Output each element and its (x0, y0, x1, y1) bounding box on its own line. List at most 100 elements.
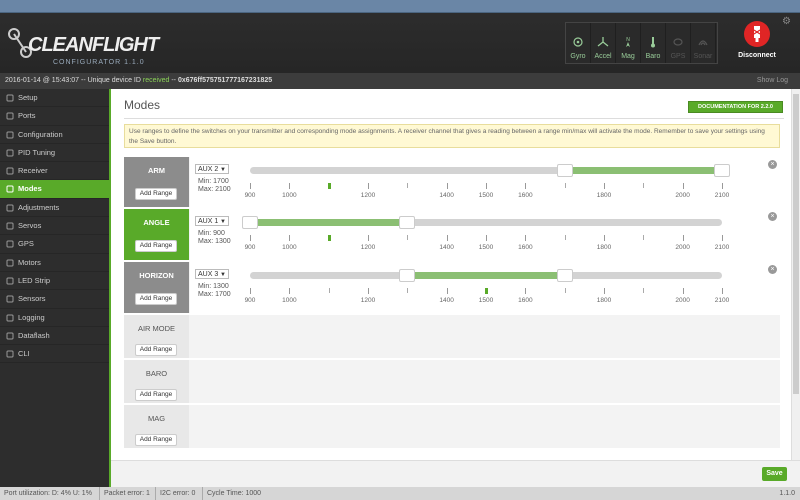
scale-tick (250, 235, 251, 241)
sensor-baro: Baro (641, 23, 666, 63)
show-log-link[interactable]: Show Log (757, 73, 788, 89)
aux-channel-select[interactable]: AUX 1 ▼ (195, 216, 229, 226)
sensor-gps: GPS (666, 23, 691, 63)
scale-labels: 900 1000 1200 1400 1500 1600 1800 2000 2100 (245, 244, 730, 252)
range-editor: AUX 1 ▼ Min: 900 Max: 1300 900 1000 1200 1400 15… (190, 209, 780, 260)
disconnect-button[interactable]: Disconnect (733, 21, 781, 69)
scale-label: 1200 (360, 244, 376, 251)
scale-tick (368, 183, 369, 189)
mode-name-cell: HORIZON Add Range (124, 262, 189, 313)
scale-tick (486, 235, 487, 241)
range-max-label: Max: 1300 (198, 238, 231, 245)
mode-row-air-mode: AIR MODE Add Range (124, 315, 780, 358)
sensor-label: Mag (621, 53, 635, 60)
scale-tick (289, 183, 291, 189)
add-range-button[interactable]: Add Range (135, 389, 177, 401)
scale-tick (289, 235, 291, 241)
range-max-handle[interactable] (399, 216, 416, 229)
scale-label: 2100 (714, 297, 730, 304)
log-icon (6, 314, 14, 322)
sidebar-item-label: Configuration (18, 129, 63, 139)
scale-label: 1500 (478, 297, 494, 304)
add-range-button[interactable]: Add Range (135, 293, 177, 305)
app-header: CLEANFLIGHT CONFIGURATOR 1.1.0 Gyro Accel… (0, 0, 800, 73)
mode-name: HORIZON (139, 271, 174, 280)
add-range-button[interactable]: Add Range (135, 240, 177, 252)
sidebar-item-setup[interactable]: Setup (0, 89, 109, 108)
gps-icon (672, 36, 684, 53)
scale-label: 1600 (518, 297, 533, 304)
range-max-handle[interactable] (714, 164, 730, 177)
accel-icon (597, 36, 609, 53)
range-slider[interactable] (250, 164, 730, 177)
save-button[interactable]: Save (762, 467, 787, 481)
scale-tick (682, 183, 684, 189)
range-min-handle[interactable] (399, 269, 416, 282)
add-range-button[interactable]: Add Range (135, 188, 177, 200)
settings-gear-icon[interactable]: ⚙ (782, 16, 793, 27)
scale-tick (250, 183, 251, 189)
flash-icon (6, 332, 14, 340)
sidebar-item-configuration[interactable]: Configuration (0, 126, 109, 144)
scale-tick (722, 183, 723, 189)
scale-tick (682, 235, 684, 241)
add-range-button[interactable]: Add Range (135, 434, 177, 446)
sidebar: Setup Ports Configuration PID Tuning Receive… (0, 89, 111, 487)
sidebar-item-modes[interactable]: Modes (0, 180, 109, 199)
sidebar-item-gps[interactable]: GPS (0, 235, 109, 254)
sensor-label: GPS (670, 53, 686, 60)
sidebar-item-logging[interactable]: Logging (0, 309, 109, 327)
sidebar-item-servos[interactable]: Servos (0, 217, 109, 236)
scale-tick (368, 288, 369, 294)
sidebar-item-motors[interactable]: Motors (0, 254, 109, 272)
mode-name: BARO (145, 369, 168, 378)
sidebar-item-cli[interactable]: CLI (0, 345, 109, 364)
remove-range-icon[interactable]: × (768, 265, 777, 274)
range-minmax: Min: 1700 Max: 2100 (198, 178, 231, 194)
sidebar-item-pid-tuning[interactable]: PID Tuning (0, 144, 109, 163)
sidebar-item-led-strip[interactable]: LED Strip (0, 272, 109, 291)
aux-channel-value: AUX 1 (198, 218, 219, 225)
range-slider[interactable] (250, 269, 722, 282)
remove-range-icon[interactable]: × (768, 212, 777, 221)
i2c-error: I2C error: 0 (155, 487, 195, 500)
mode-row-baro: BARO Add Range (124, 360, 780, 403)
scale-tick (564, 288, 566, 293)
mode-name: ANGLE (143, 218, 170, 227)
scrollbar[interactable] (791, 89, 800, 461)
sidebar-item-receiver[interactable]: Receiver (0, 162, 109, 181)
status-line: 2016-01-14 @ 15:43:07 -- Unique device I… (0, 73, 800, 89)
documentation-button[interactable]: DOCUMENTATION FOR 2.2.0 (688, 101, 783, 113)
range-slider[interactable] (242, 216, 722, 229)
scale-tick (368, 235, 369, 241)
mode-row-horizon: HORIZON Add Range AUX 3 ▼ Min: 1300 Max: 1700… (124, 262, 780, 313)
sidebar-item-adjustments[interactable]: Adjustments (0, 199, 109, 218)
add-range-button[interactable]: Add Range (135, 344, 177, 356)
sidebar-item-sensors[interactable]: Sensors (0, 290, 109, 309)
plug-icon (6, 112, 14, 120)
range-min-handle[interactable] (242, 216, 258, 229)
scale-label: 900 (244, 244, 256, 251)
scale-label: 2000 (675, 192, 690, 199)
save-bar: Save (111, 460, 800, 488)
sensor-mag: N Mag (616, 23, 641, 63)
servo-icon (6, 222, 14, 230)
app-version: 1.1.0 (779, 490, 795, 497)
scale-label: 2100 (714, 244, 730, 251)
remove-range-icon[interactable]: × (768, 160, 777, 169)
aux-channel-select[interactable]: AUX 3 ▼ (195, 269, 229, 279)
range-minmax: Min: 1300 Max: 1700 (198, 283, 231, 299)
range-max-handle[interactable] (556, 269, 573, 282)
scrollbar-thumb[interactable] (793, 94, 799, 394)
scale-tick (682, 288, 684, 294)
status-date: 2016-01-14 @ 15:43:07 (5, 77, 80, 84)
sidebar-item-ports[interactable]: Ports (0, 107, 109, 126)
sidebar-item-dataflash[interactable]: Dataflash (0, 327, 109, 346)
range-min-handle[interactable] (556, 164, 573, 177)
dropdown-arrow-icon: ▼ (220, 272, 226, 278)
scale-ticks (250, 183, 723, 191)
scale-label: 1800 (596, 297, 612, 304)
scale-tick (328, 288, 330, 293)
scale-label: 2000 (675, 244, 690, 251)
aux-channel-select[interactable]: AUX 2 ▼ (195, 164, 229, 174)
